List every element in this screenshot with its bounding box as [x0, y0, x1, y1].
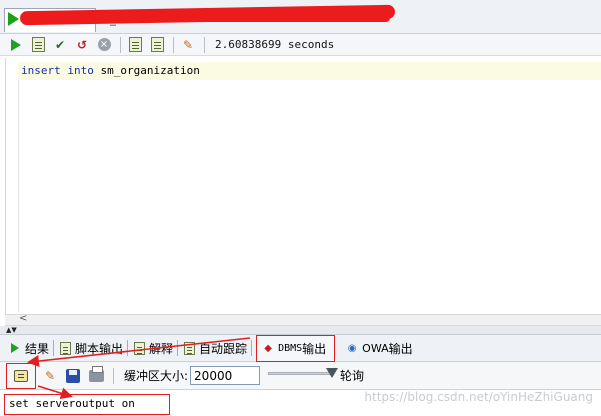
- run-statement-icon[interactable]: [8, 37, 24, 53]
- dbms-output-toolbar: ✎ 缓冲区大小: 轮询: [0, 362, 601, 390]
- tab-label: 结果: [25, 341, 50, 356]
- sql-keyword: insert: [21, 64, 61, 77]
- speech-bubble-icon: [14, 369, 28, 382]
- buffer-size-label: 缓冲区大小:: [124, 369, 189, 383]
- scroll-left-icon[interactable]: <: [19, 313, 27, 324]
- autotrace-icon[interactable]: [149, 37, 165, 53]
- dbms-output-pane[interactable]: set serveroutput on https://blog.csdn.ne…: [0, 390, 601, 416]
- explain-plan-icon[interactable]: [127, 37, 143, 53]
- tab-label: 自动跟踪: [199, 341, 248, 356]
- run-script-icon[interactable]: [30, 37, 46, 53]
- dbms-icon: ◆: [264, 342, 272, 354]
- owa-icon: ◉: [347, 342, 357, 354]
- tab-autotrace[interactable]: 自动跟踪: [182, 338, 247, 358]
- tab-separator: [53, 340, 55, 356]
- poll-slider[interactable]: [268, 367, 339, 384]
- clear-output-icon[interactable]: ✎: [42, 368, 58, 384]
- play-icon: [8, 341, 22, 355]
- elapsed-time: 2.60838699 seconds: [215, 38, 335, 51]
- horizontal-scrollbar[interactable]: <: [5, 313, 601, 326]
- script-icon: [58, 341, 72, 355]
- commit-icon[interactable]: ✔: [52, 37, 68, 53]
- sql-editor[interactable]: insert into sm_organization: [5, 58, 601, 314]
- tab-separator: [177, 340, 179, 356]
- explain-icon: [132, 341, 146, 355]
- save-icon[interactable]: [65, 368, 81, 384]
- tab-script-output[interactable]: 脚本输出: [58, 338, 123, 358]
- tab-label: 输出: [302, 341, 327, 356]
- output-text: set serveroutput on: [4, 394, 170, 415]
- enable-dbms-output-button[interactable]: [6, 362, 36, 389]
- toolbar-separator: [204, 36, 205, 53]
- tab-separator: [251, 340, 253, 356]
- tab-label: 脚本输出: [75, 341, 124, 356]
- tab-explain[interactable]: 解释: [132, 338, 173, 358]
- editor-gutter: [18, 62, 19, 312]
- output-tabs: 结果 脚本输出 解释 自动跟踪 ◆ DBMS 输出 ◉ OWA 输出: [0, 334, 601, 362]
- tab-dbms-output[interactable]: ◆ DBMS 输出: [256, 334, 336, 362]
- sql-keyword: into: [67, 64, 94, 77]
- tab-label: 输出: [388, 341, 413, 356]
- editor-line[interactable]: insert into sm_organization: [18, 62, 601, 80]
- tab-label-prefix: DBMS: [278, 342, 303, 354]
- tab-results[interactable]: 结果: [8, 338, 49, 358]
- cancel-icon[interactable]: ×: [96, 37, 112, 53]
- tab-owa-output[interactable]: ◉ OWA 输出: [345, 338, 413, 358]
- toolbar-separator: [173, 36, 174, 53]
- rollback-icon[interactable]: ↺: [74, 37, 90, 53]
- buffer-size-input[interactable]: [190, 366, 261, 385]
- redaction-mark: [60, 14, 390, 22]
- tab-label: 解释: [149, 341, 174, 356]
- play-icon: [8, 12, 19, 26]
- toolbar-separator: [120, 36, 121, 53]
- poll-label: 轮询: [340, 369, 365, 383]
- autotrace-icon: [182, 341, 196, 355]
- print-icon[interactable]: [88, 365, 104, 384]
- editor-tab-bar: …: [0, 0, 601, 34]
- slider-track: [268, 371, 335, 375]
- tab-label-prefix: OWA: [362, 341, 389, 355]
- toolbar-separator: [113, 367, 114, 384]
- clear-icon[interactable]: ✎: [180, 37, 196, 53]
- slider-thumb[interactable]: [326, 367, 339, 378]
- sql-identifier: sm_organization: [100, 64, 200, 77]
- watermark: https://blog.csdn.net/oYinHeZhiGuang: [364, 390, 593, 404]
- worksheet-toolbar: ✔ ↺ × ✎ 2.60838699 seconds: [0, 34, 601, 56]
- tab-separator: [127, 340, 129, 356]
